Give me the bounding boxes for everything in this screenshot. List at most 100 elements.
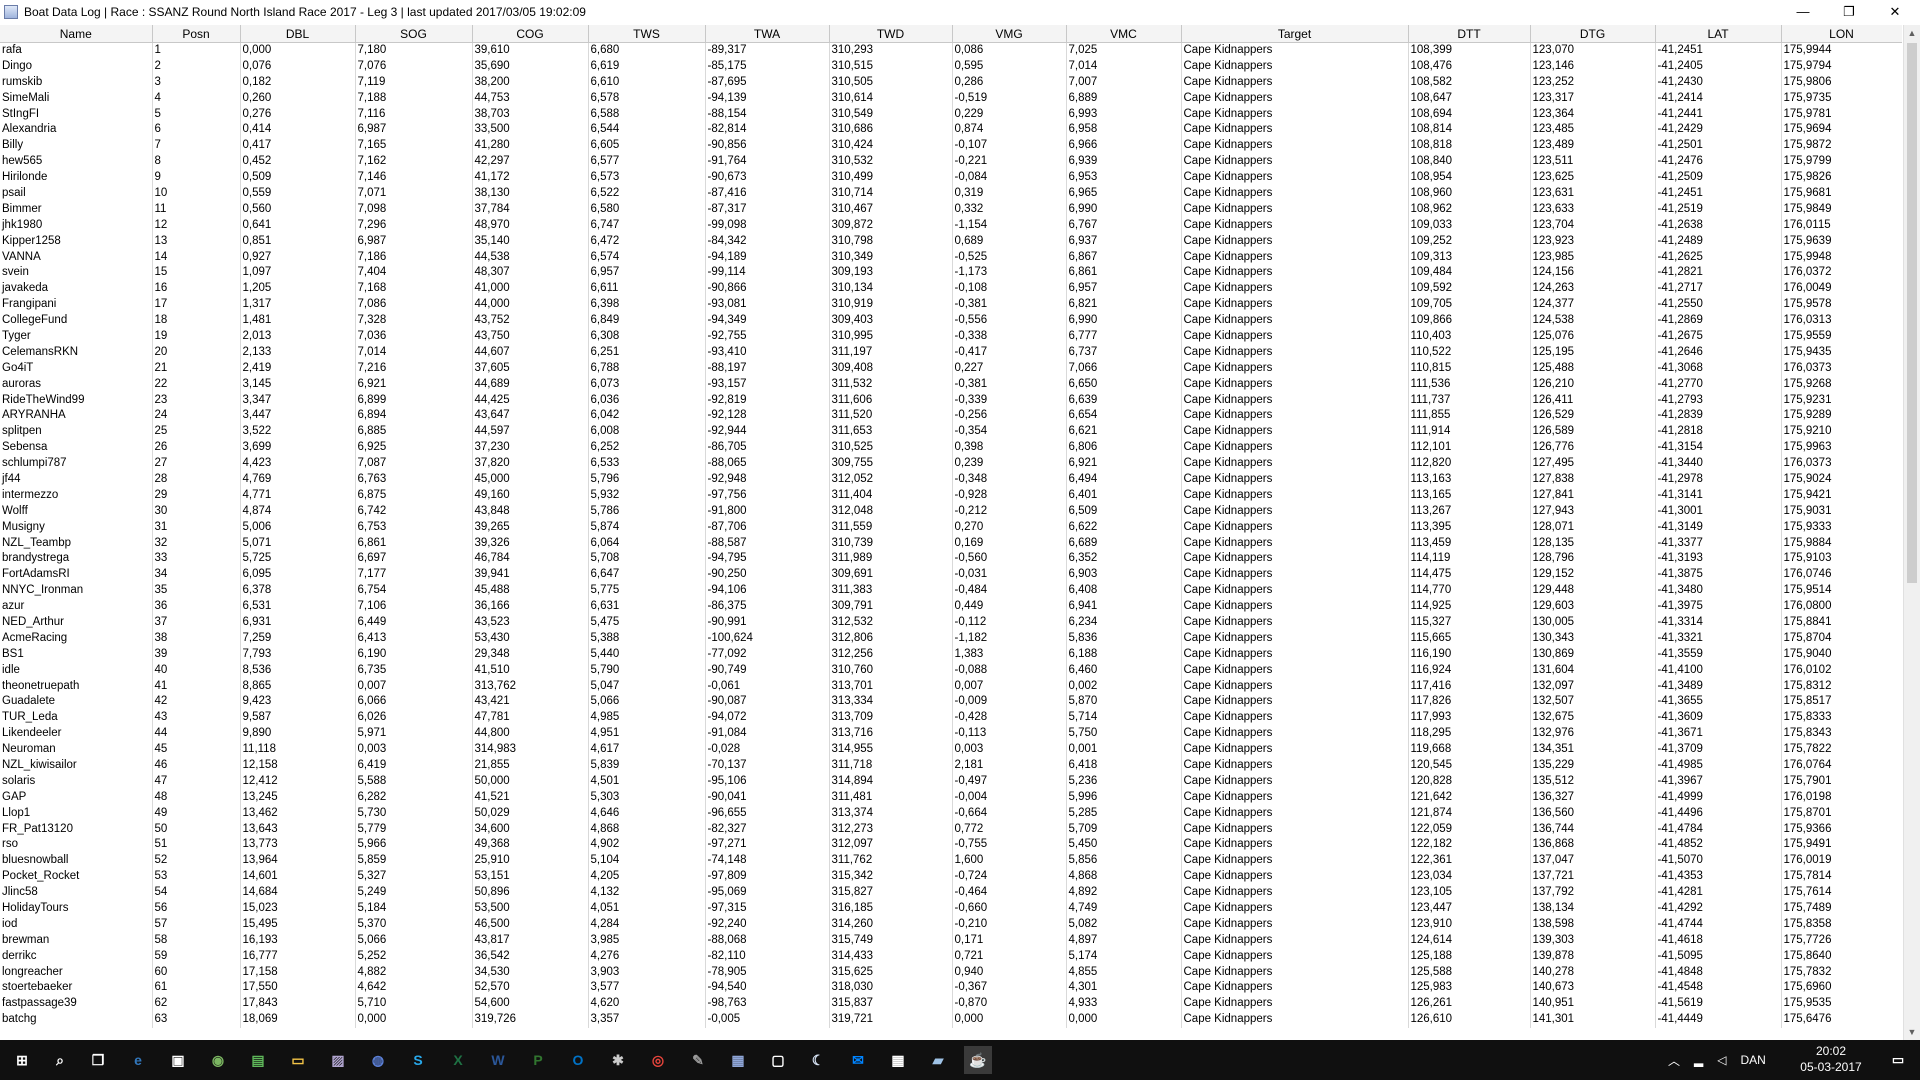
tray-language[interactable]: DAN: [1740, 1053, 1765, 1067]
table-row[interactable]: jhk1980 12 0,641 7,296 48,970 6,747 -99,098 309…: [0, 217, 1902, 234]
table-row[interactable]: rumskib 3 0,182 7,119 38,200 6,610 -87,695 310,…: [0, 74, 1902, 91]
table-row[interactable]: RideTheWind99 23 3,347 6,899 44,425 6,036 -92,…: [0, 392, 1902, 408]
table-row[interactable]: solaris 47 12,412 5,588 50,000 4,501 -95,106 31…: [0, 773, 1902, 790]
column-header-dtg[interactable]: DTG: [1530, 25, 1656, 43]
table-row[interactable]: fastpassage39 62 17,843 5,710 54,600 4,620 -98…: [0, 995, 1902, 1012]
notepad-icon[interactable]: ▰: [924, 1046, 952, 1074]
table-row[interactable]: FortAdamsRI 34 6,095 7,177 39,941 6,647 -90,25…: [0, 566, 1902, 583]
table-row[interactable]: batchg 63 18,069 0,000 319,726 3,357 -0,005 319…: [0, 1011, 1902, 1028]
table-row[interactable]: NZL_kiwisailor 46 12,158 6,419 21,855 5,839 -7…: [0, 757, 1902, 774]
column-header-name[interactable]: Name: [0, 25, 153, 43]
table-row[interactable]: NNYC_Ironman 35 6,378 6,754 45,488 5,775 -94,1…: [0, 582, 1902, 599]
messenger-icon[interactable]: ✉: [844, 1046, 872, 1074]
document-app-icon[interactable]: ▦: [724, 1046, 752, 1074]
table-row[interactable]: intermezzo 29 4,771 6,875 49,160 5,932 -97,756…: [0, 487, 1902, 504]
scroll-down-arrow-icon[interactable]: ▼: [1904, 1024, 1920, 1040]
vertical-scrollbar[interactable]: ▲ ▼: [1903, 25, 1920, 1040]
windows-start-icon[interactable]: ⊞: [8, 1046, 36, 1074]
table-row[interactable]: Go4iT 21 2,419 7,216 37,605 6,788 -88,197 309,4…: [0, 360, 1902, 377]
scrollbar-thumb[interactable]: [1907, 43, 1917, 583]
table-row[interactable]: Jlinc58 54 14,684 5,249 50,896 4,132 -95,069 31…: [0, 884, 1902, 901]
column-header-tws[interactable]: TWS: [588, 25, 706, 43]
table-row[interactable]: TUR_Leda 43 9,587 6,026 47,781 4,985 -94,072 31…: [0, 709, 1902, 726]
table-row[interactable]: longreacher 60 17,158 4,882 34,530 3,903 -78,9…: [0, 964, 1902, 981]
table-row[interactable]: Musigny 31 5,006 6,753 39,265 5,874 -87,706 311…: [0, 519, 1902, 536]
column-header-sog[interactable]: SOG: [355, 25, 473, 43]
table-row[interactable]: HolidayTours 56 15,023 5,184 53,500 4,051 -97,…: [0, 900, 1902, 917]
column-header-twa[interactable]: TWA: [705, 25, 830, 43]
table-row[interactable]: splitpen 25 3,522 6,885 44,597 6,008 -92,944 31…: [0, 423, 1902, 440]
table-row[interactable]: Sebensa 26 3,699 6,925 37,230 6,252 -86,705 310…: [0, 439, 1902, 456]
column-header-vmg[interactable]: VMG: [952, 25, 1067, 43]
search-icon[interactable]: ⌕: [46, 1046, 74, 1074]
table-row[interactable]: StIngFI 5 0,276 7,116 38,703 6,588 -88,154 310,…: [0, 106, 1902, 122]
table-row[interactable]: rafa 1 0,000 7,180 39,610 6,680 -89,317 310,293…: [0, 42, 1902, 59]
column-header-dtt[interactable]: DTT: [1408, 25, 1531, 43]
table-row[interactable]: bluesnowball 52 13,964 5,859 25,910 5,104 -74,…: [0, 852, 1902, 869]
table-row[interactable]: ARYRANHA 24 3,447 6,894 43,647 6,042 -92,128 31…: [0, 407, 1902, 424]
chrome-icon[interactable]: ◎: [644, 1046, 672, 1074]
table-row[interactable]: Guadalete 42 9,423 6,066 43,421 5,066 -90,087 3…: [0, 694, 1902, 710]
settings-wheel-icon[interactable]: ✱: [604, 1046, 632, 1074]
tray-show-hidden-icon[interactable]: ︿: [1668, 1052, 1680, 1069]
project-icon[interactable]: P: [524, 1046, 552, 1074]
table-row[interactable]: NZL_Teambp 32 5,071 6,861 39,326 6,064 -88,587…: [0, 535, 1902, 551]
table-row[interactable]: azur 36 6,531 7,106 36,166 6,631 -86,375 309,79…: [0, 598, 1902, 615]
table-row[interactable]: Neuroman 45 11,118 0,003 314,983 4,617 -0,028 3…: [0, 741, 1902, 758]
column-header-dbl[interactable]: DBL: [240, 25, 356, 43]
table-row[interactable]: CollegeFund 18 1,481 7,328 43,752 6,849 -94,34…: [0, 312, 1902, 329]
java-app-icon[interactable]: ☕: [964, 1046, 992, 1074]
table-row[interactable]: GAP 48 13,245 6,282 41,521 5,303 -90,041 311,48…: [0, 789, 1902, 806]
scroll-up-arrow-icon[interactable]: ▲: [1904, 25, 1920, 41]
table-row[interactable]: Tyger 19 2,013 7,036 43,750 6,308 -92,755 310,9…: [0, 328, 1902, 345]
table-row[interactable]: Frangipani 17 1,317 7,086 44,000 6,398 -93,081…: [0, 296, 1902, 313]
table-row[interactable]: Billy 7 0,417 7,165 41,280 6,605 -90,856 310,42…: [0, 137, 1902, 154]
table-row[interactable]: auroras 22 3,145 6,921 44,689 6,073 -93,157 311…: [0, 376, 1902, 393]
notification-center-icon[interactable]: ▭: [1884, 1046, 1912, 1074]
table-row[interactable]: idle 40 8,536 6,735 41,510 5,790 -90,749 310,76…: [0, 662, 1902, 679]
table-row[interactable]: AcmeRacing 38 7,259 6,413 53,430 5,388 -100,62…: [0, 630, 1902, 647]
window-title-bar[interactable]: Boat Data Log | Race : SSANZ Round North…: [0, 0, 1920, 23]
table-row[interactable]: BS1 39 7,793 6,190 29,348 5,440 -77,092 312,256…: [0, 646, 1902, 663]
task-view-icon[interactable]: ❐: [84, 1046, 112, 1074]
wave-app-icon[interactable]: ☾: [804, 1046, 832, 1074]
table-row[interactable]: Wolff 30 4,874 6,742 43,848 5,786 -91,800 312,0…: [0, 503, 1902, 520]
maximize-button[interactable]: ❐: [1826, 0, 1872, 23]
table-row[interactable]: FR_Pat13120 50 13,643 5,779 34,600 4,868 -82,3…: [0, 821, 1902, 838]
tray-speaker-icon[interactable]: ◁: [1717, 1053, 1726, 1067]
column-header-cog[interactable]: COG: [472, 25, 589, 43]
table-row[interactable]: VANNA 14 0,927 7,186 44,538 6,574 -94,189 310,3…: [0, 249, 1902, 265]
globe-app-icon[interactable]: ◍: [364, 1046, 392, 1074]
store-icon[interactable]: ▣: [164, 1046, 192, 1074]
edge-browser-icon[interactable]: e: [124, 1046, 152, 1074]
skype-icon[interactable]: S: [404, 1046, 432, 1074]
table-row[interactable]: Kipper1258 13 0,851 6,987 35,140 6,472 -84,342…: [0, 233, 1902, 250]
table-row[interactable]: stoertebaeker 61 17,550 4,642 52,570 3,577 -94…: [0, 980, 1902, 996]
column-header-target[interactable]: Target: [1181, 25, 1409, 43]
table-row[interactable]: rso 51 13,773 5,966 49,368 4,902 -97,271 312,09…: [0, 837, 1902, 853]
table-row[interactable]: SimeMali 4 0,260 7,188 44,753 6,578 -94,139 310…: [0, 90, 1902, 107]
column-header-vmc[interactable]: VMC: [1066, 25, 1182, 43]
tool-app-icon[interactable]: ✎: [684, 1046, 712, 1074]
table-row[interactable]: brandystrega 33 5,725 6,697 46,784 5,708 -94,7…: [0, 551, 1902, 567]
column-header-lon[interactable]: LON: [1781, 25, 1902, 43]
column-header-lat[interactable]: LAT: [1655, 25, 1782, 43]
table-row[interactable]: CelemansRKN 20 2,133 7,014 44,607 6,251 -93,41…: [0, 344, 1902, 361]
table-row[interactable]: iod 57 15,495 5,370 46,500 4,284 -92,240 314,26…: [0, 916, 1902, 933]
table-row[interactable]: javakeda 16 1,205 7,168 41,000 6,611 -90,866 31…: [0, 280, 1902, 297]
table-row[interactable]: derrikc 59 16,777 5,252 36,542 4,276 -82,110 31…: [0, 948, 1902, 965]
window-app-icon[interactable]: ▢: [764, 1046, 792, 1074]
file-explorer-icon[interactable]: ▭: [284, 1046, 312, 1074]
column-header-posn[interactable]: Posn: [152, 25, 241, 43]
green-app-icon[interactable]: ◉: [204, 1046, 232, 1074]
table-row[interactable]: Dingo 2 0,076 7,076 35,690 6,619 -85,175 310,51…: [0, 58, 1902, 75]
table-row[interactable]: hew565 8 0,452 7,162 42,297 6,577 -91,764 310,5…: [0, 153, 1902, 170]
table-row[interactable]: brewman 58 16,193 5,066 43,817 3,985 -88,068 31…: [0, 932, 1902, 949]
table-row[interactable]: Llop1 49 13,462 5,730 50,029 4,646 -96,655 313,…: [0, 805, 1902, 822]
table-row[interactable]: Pocket_Rocket 53 14,601 5,327 53,151 4,205 -97…: [0, 868, 1902, 885]
outlook-icon[interactable]: O: [564, 1046, 592, 1074]
image-app-icon[interactable]: ▨: [324, 1046, 352, 1074]
column-header-twd[interactable]: TWD: [829, 25, 953, 43]
close-button[interactable]: ✕: [1872, 0, 1918, 23]
table-row[interactable]: psail 10 0,559 7,071 38,130 6,522 -87,416 310,7…: [0, 185, 1902, 202]
